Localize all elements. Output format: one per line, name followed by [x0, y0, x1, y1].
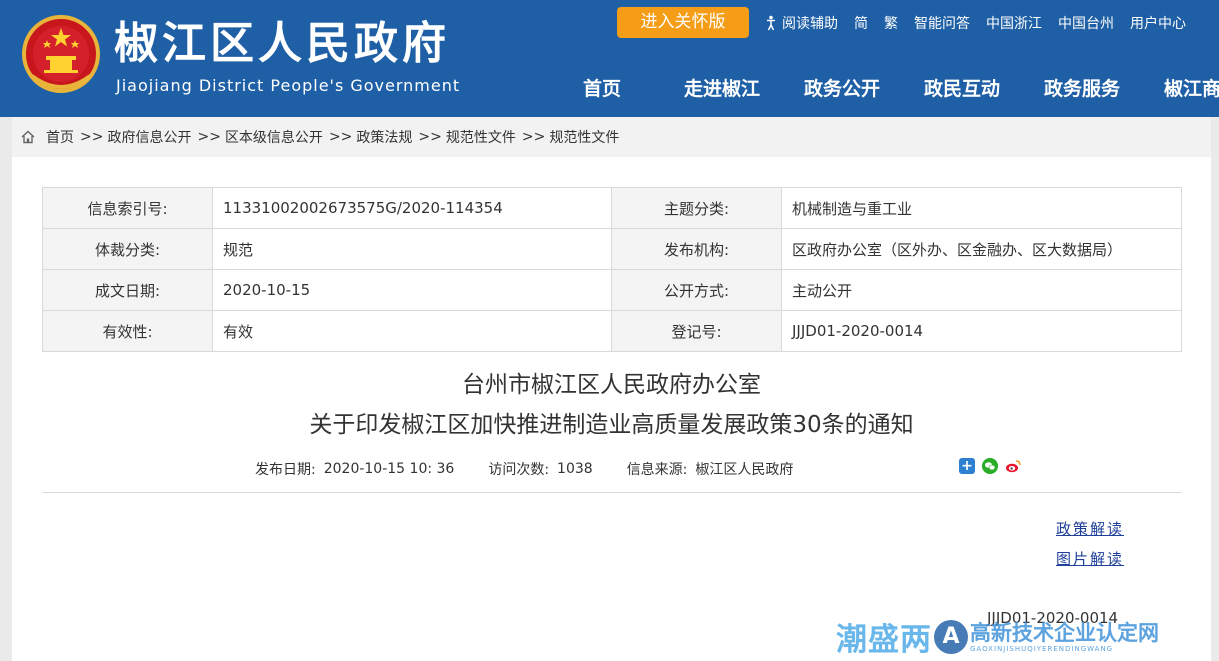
breadcrumb-normative-docs[interactable]: 规范性文件 — [446, 127, 516, 147]
breadcrumb-separator: >> — [418, 129, 442, 145]
written-date-value: 2020-10-15 — [212, 269, 612, 311]
document-meta: 发布日期: 2020-10-15 10: 36 访问次数: 1038 信息来源:… — [255, 459, 801, 479]
national-emblem-icon — [22, 15, 100, 93]
genre-value: 规范 — [212, 228, 612, 270]
disclosure-method-value: 主动公开 — [781, 269, 1182, 311]
document-info-table: 信息索引号: 11331002002673575G/2020-114354 主题… — [42, 187, 1182, 352]
breadcrumb-normative-docs-current[interactable]: 规范性文件 — [549, 127, 619, 147]
breadcrumb: 首页 >> 政府信息公开 >> 区本级信息公开 >> 政策法规 >> 规范性文件… — [12, 117, 1211, 157]
wechat-icon[interactable] — [982, 458, 998, 474]
visit-count-value: 1038 — [557, 461, 593, 477]
graphic-interpretation-link[interactable]: 图片解读 — [1056, 548, 1124, 569]
watermark-badge: A — [934, 619, 968, 654]
table-row: 有效性: 有效 登记号: JJJD01-2020-0014 — [42, 310, 1182, 352]
breadcrumb-separator: >> — [328, 129, 353, 145]
breadcrumb-separator: >> — [80, 129, 104, 145]
table-row: 体裁分类: 规范 发布机构: 区政府办公室（区外办、区金融办、区大数据局） — [42, 228, 1182, 270]
table-row: 信息索引号: 11331002002673575G/2020-114354 主题… — [42, 187, 1182, 229]
watermark-text-right: 高新技术企业认定网 — [970, 620, 1159, 645]
site-title: 椒江区人民政府 — [114, 18, 450, 69]
user-center-link[interactable]: 用户中心 — [1130, 13, 1186, 33]
breadcrumb-district-info[interactable]: 区本级信息公开 — [225, 127, 323, 147]
validity-label: 有效性: — [42, 310, 213, 352]
index-number-value: 11331002002673575G/2020-114354 — [212, 187, 612, 229]
watermark-text-left: 潮盛两 — [836, 622, 932, 658]
breadcrumb-separator: >> — [521, 129, 546, 145]
document-title-line2: 关于印发椒江区加快推进制造业高质量发展政策30条的通知 — [309, 412, 914, 438]
simplified-chinese-link[interactable]: 简 — [854, 13, 868, 33]
nav-commerce[interactable]: 椒江商务 — [1142, 74, 1219, 101]
divider — [42, 492, 1182, 493]
validity-value: 有效 — [212, 310, 612, 352]
nav-interaction[interactable]: 政民互动 — [902, 74, 1022, 101]
visit-count-label: 访问次数: — [488, 462, 550, 478]
publish-date-value: 2020-10-15 10: 36 — [323, 461, 455, 477]
watermark-pinyin: GAOXINJISHUQIYERENDINGWANG — [970, 644, 1114, 653]
topic-category-label: 主题分类: — [611, 187, 782, 229]
nav-home[interactable]: 首页 — [542, 74, 662, 101]
document-title-line1: 台州市椒江区人民政府办公室 — [462, 372, 761, 398]
topic-category-value: 机械制造与重工业 — [781, 187, 1182, 229]
breadcrumb-gov-info[interactable]: 政府信息公开 — [107, 127, 191, 147]
content-panel: 信息索引号: 11331002002673575G/2020-114354 主题… — [12, 157, 1211, 661]
index-number-label: 信息索引号: — [42, 187, 213, 229]
china-taizhou-link[interactable]: 中国台州 — [1058, 13, 1114, 33]
reading-assist-label: 阅读辅助 — [782, 16, 838, 32]
genre-label: 体裁分类: — [42, 228, 213, 270]
top-links: 阅读辅助 简 繁 智能问答 中国浙江 中国台州 用户中心 — [763, 12, 1186, 34]
nav-about-jiaojiang[interactable]: 走进椒江 — [662, 74, 782, 101]
written-date-label: 成文日期: — [42, 269, 213, 311]
nav-government-services[interactable]: 政务服务 — [1022, 74, 1142, 101]
care-version-button[interactable]: 进入关怀版 — [617, 7, 749, 38]
weibo-icon[interactable] — [1005, 458, 1021, 474]
source-value: 椒江区人民政府 — [695, 462, 794, 478]
share-plus-icon[interactable]: + — [959, 458, 975, 474]
breadcrumb-separator: >> — [197, 129, 221, 145]
accessibility-icon — [767, 15, 775, 31]
table-row: 成文日期: 2020-10-15 公开方式: 主动公开 — [42, 269, 1182, 311]
disclosure-method-label: 公开方式: — [611, 269, 782, 311]
china-zhejiang-link[interactable]: 中国浙江 — [986, 13, 1042, 33]
breadcrumb-home[interactable]: 首页 — [46, 127, 74, 147]
watermark: 潮盛两 A 高新技术企业认定网 GAOXINJISHUQIYERENDINGWA… — [836, 612, 1219, 661]
registration-number-value: JJJD01-2020-0014 — [781, 310, 1182, 352]
publish-date-label: 发布日期: — [255, 462, 316, 478]
source-label: 信息来源: — [626, 462, 688, 478]
site-subtitle: Jiaojiang District People's Government — [116, 76, 461, 95]
site-header: 椒江区人民政府 Jiaojiang District People's Gove… — [0, 0, 1219, 117]
nav-government-affairs[interactable]: 政务公开 — [782, 74, 902, 101]
home-icon — [21, 130, 35, 144]
traditional-chinese-link[interactable]: 繁 — [884, 13, 898, 33]
watermark-right: 高新技术企业认定网 GAOXINJISHUQIYERENDINGWANG — [970, 621, 1159, 653]
breadcrumb-policy[interactable]: 政策法规 — [356, 127, 412, 147]
policy-interpretation-link[interactable]: 政策解读 — [1056, 518, 1124, 539]
share-buttons: + — [959, 458, 1028, 474]
registration-number-label: 登记号: — [611, 310, 782, 352]
main-nav: 首页 走进椒江 政务公开 政民互动 政务服务 椒江商务 — [542, 74, 1219, 101]
reading-assist-link[interactable]: 阅读辅助 — [763, 13, 838, 33]
smart-qa-link[interactable]: 智能问答 — [914, 13, 970, 33]
publisher-value: 区政府办公室（区外办、区金融办、区大数据局） — [781, 228, 1182, 270]
publisher-label: 发布机构: — [611, 228, 782, 270]
